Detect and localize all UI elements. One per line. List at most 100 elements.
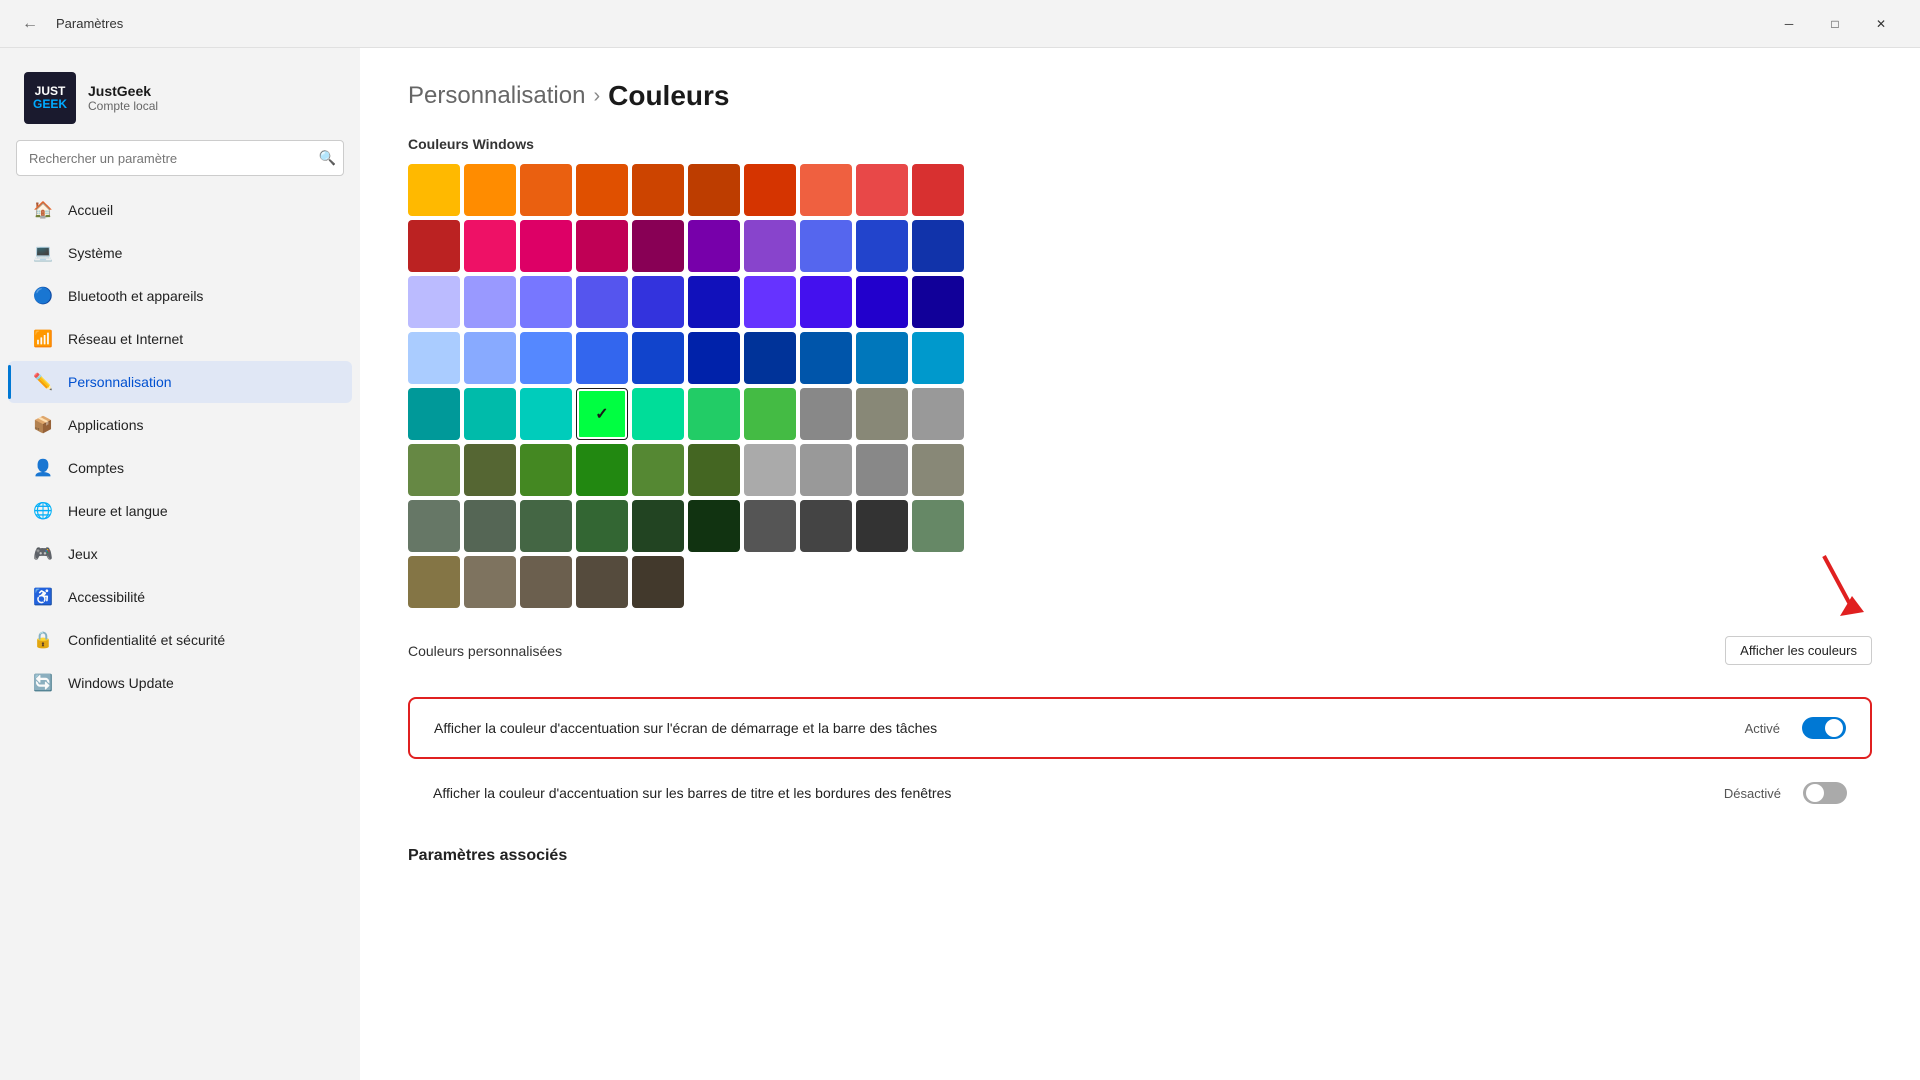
nav-label-accueil: Accueil — [68, 202, 113, 218]
color-swatch-48[interactable] — [856, 388, 908, 440]
color-swatch-56[interactable] — [744, 444, 796, 496]
color-swatch-13[interactable] — [576, 220, 628, 272]
color-swatch-40[interactable] — [408, 388, 460, 440]
color-swatch-30[interactable] — [408, 332, 460, 384]
color-swatch-52[interactable] — [520, 444, 572, 496]
color-swatch-66[interactable] — [744, 500, 796, 552]
color-swatch-39[interactable] — [912, 332, 964, 384]
color-swatch-8[interactable] — [856, 164, 908, 216]
sidebar-item-windows-update[interactable]: 🔄 Windows Update — [8, 662, 352, 704]
color-swatch-69[interactable] — [912, 500, 964, 552]
color-swatch-49[interactable] — [912, 388, 964, 440]
search-icon: 🔍 — [319, 150, 336, 167]
color-swatch-43[interactable] — [576, 388, 628, 440]
color-swatch-32[interactable] — [520, 332, 572, 384]
close-button[interactable]: ✕ — [1858, 8, 1904, 40]
color-swatch-61[interactable] — [464, 500, 516, 552]
toggle-row-titlebar: Afficher la couleur d'accentuation sur l… — [408, 763, 1872, 823]
color-swatch-36[interactable] — [744, 332, 796, 384]
color-swatch-5[interactable] — [688, 164, 740, 216]
color-swatch-57[interactable] — [800, 444, 852, 496]
color-swatch-72[interactable] — [520, 556, 572, 608]
color-swatch-70[interactable] — [408, 556, 460, 608]
color-swatch-3[interactable] — [576, 164, 628, 216]
color-swatch-41[interactable] — [464, 388, 516, 440]
color-swatch-53[interactable] — [576, 444, 628, 496]
color-swatch-65[interactable] — [688, 500, 740, 552]
afficher-couleurs-button[interactable]: Afficher les couleurs — [1725, 636, 1872, 665]
sidebar-item-jeux[interactable]: 🎮 Jeux — [8, 533, 352, 575]
color-swatch-51[interactable] — [464, 444, 516, 496]
toggle-switch-taskbar[interactable] — [1802, 717, 1846, 739]
color-swatch-24[interactable] — [632, 276, 684, 328]
color-swatch-0[interactable] — [408, 164, 460, 216]
color-swatch-7[interactable] — [800, 164, 852, 216]
color-swatch-44[interactable] — [632, 388, 684, 440]
color-swatch-54[interactable] — [632, 444, 684, 496]
color-swatch-31[interactable] — [464, 332, 516, 384]
back-button[interactable]: ← — [16, 10, 44, 38]
sidebar-item-reseau[interactable]: 📶 Réseau et Internet — [8, 318, 352, 360]
color-swatch-26[interactable] — [744, 276, 796, 328]
color-swatch-19[interactable] — [912, 220, 964, 272]
color-swatch-20[interactable] — [408, 276, 460, 328]
color-swatch-71[interactable] — [464, 556, 516, 608]
color-swatch-12[interactable] — [520, 220, 572, 272]
color-swatch-4[interactable] — [632, 164, 684, 216]
minimize-button[interactable]: ─ — [1766, 8, 1812, 40]
color-swatch-46[interactable] — [744, 388, 796, 440]
color-swatch-10[interactable] — [408, 220, 460, 272]
color-swatch-16[interactable] — [744, 220, 796, 272]
color-swatch-50[interactable] — [408, 444, 460, 496]
color-swatch-29[interactable] — [912, 276, 964, 328]
color-swatch-35[interactable] — [688, 332, 740, 384]
color-swatch-33[interactable] — [576, 332, 628, 384]
sidebar-item-systeme[interactable]: 💻 Système — [8, 232, 352, 274]
color-swatch-67[interactable] — [800, 500, 852, 552]
toggle-switch-titlebar[interactable] — [1803, 782, 1847, 804]
color-swatch-6[interactable] — [744, 164, 796, 216]
sidebar-item-personnalisation[interactable]: ✏️ Personnalisation — [8, 361, 352, 403]
sidebar-item-accueil[interactable]: 🏠 Accueil — [8, 189, 352, 231]
color-swatch-14[interactable] — [632, 220, 684, 272]
color-swatch-55[interactable] — [688, 444, 740, 496]
color-swatch-37[interactable] — [800, 332, 852, 384]
color-swatch-11[interactable] — [464, 220, 516, 272]
color-swatch-22[interactable] — [520, 276, 572, 328]
color-swatch-17[interactable] — [800, 220, 852, 272]
color-swatch-42[interactable] — [520, 388, 572, 440]
color-swatch-68[interactable] — [856, 500, 908, 552]
sidebar-item-accessibilite[interactable]: ♿ Accessibilité — [8, 576, 352, 618]
color-swatch-34[interactable] — [632, 332, 684, 384]
color-swatch-28[interactable] — [856, 276, 908, 328]
nav-label-applications: Applications — [68, 417, 144, 433]
color-swatch-1[interactable] — [464, 164, 516, 216]
sidebar-item-comptes[interactable]: 👤 Comptes — [8, 447, 352, 489]
color-swatch-63[interactable] — [576, 500, 628, 552]
search-input[interactable] — [16, 140, 344, 176]
color-swatch-15[interactable] — [688, 220, 740, 272]
color-swatch-58[interactable] — [856, 444, 908, 496]
color-swatch-25[interactable] — [688, 276, 740, 328]
color-swatch-18[interactable] — [856, 220, 908, 272]
color-swatch-47[interactable] — [800, 388, 852, 440]
sidebar-item-applications[interactable]: 📦 Applications — [8, 404, 352, 446]
color-swatch-62[interactable] — [520, 500, 572, 552]
color-swatch-74[interactable] — [632, 556, 684, 608]
related-title: Paramètres associés — [408, 847, 1872, 865]
color-swatch-38[interactable] — [856, 332, 908, 384]
color-swatch-21[interactable] — [464, 276, 516, 328]
maximize-button[interactable]: □ — [1812, 8, 1858, 40]
color-swatch-23[interactable] — [576, 276, 628, 328]
color-swatch-9[interactable] — [912, 164, 964, 216]
color-swatch-45[interactable] — [688, 388, 740, 440]
color-swatch-59[interactable] — [912, 444, 964, 496]
color-swatch-64[interactable] — [632, 500, 684, 552]
sidebar-item-confidentialite[interactable]: 🔒 Confidentialité et sécurité — [8, 619, 352, 661]
color-swatch-73[interactable] — [576, 556, 628, 608]
color-swatch-60[interactable] — [408, 500, 460, 552]
color-swatch-2[interactable] — [520, 164, 572, 216]
sidebar-item-bluetooth[interactable]: 🔵 Bluetooth et appareils — [8, 275, 352, 317]
color-swatch-27[interactable] — [800, 276, 852, 328]
sidebar-item-heure[interactable]: 🌐 Heure et langue — [8, 490, 352, 532]
